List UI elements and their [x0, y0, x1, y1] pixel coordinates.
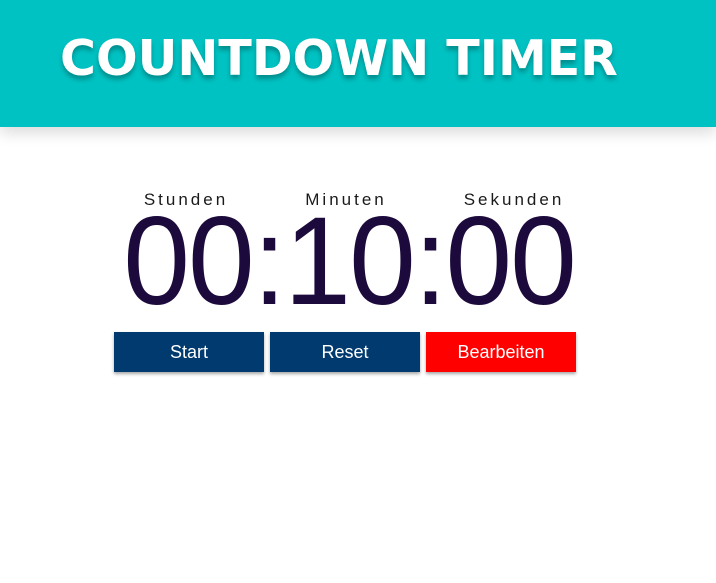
header-bar: COUNTDOWN TIMER	[0, 0, 716, 127]
page-title: COUNTDOWN TIMER	[60, 30, 618, 87]
countdown-display: 00:10:00	[123, 192, 577, 331]
start-button[interactable]: Start	[114, 332, 264, 372]
edit-button[interactable]: Bearbeiten	[426, 332, 576, 372]
reset-button[interactable]: Reset	[270, 332, 420, 372]
